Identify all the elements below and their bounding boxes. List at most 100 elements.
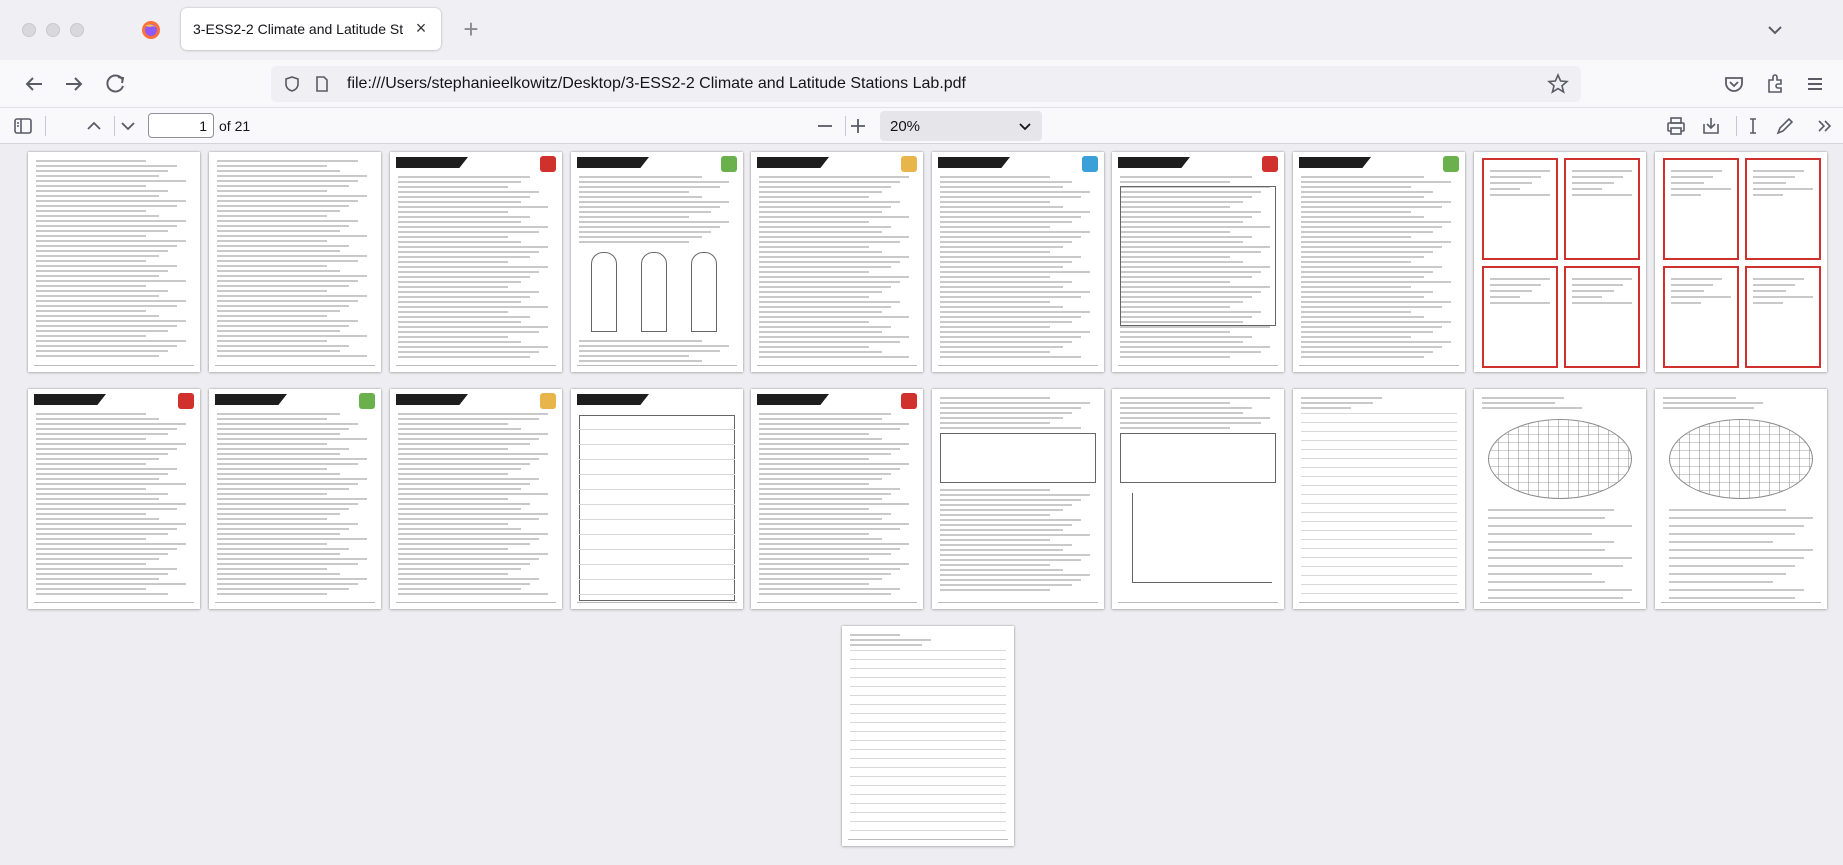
reload-button[interactable]: [100, 68, 132, 100]
zoom-out-icon[interactable]: [813, 114, 837, 138]
menu-icon[interactable]: [1799, 68, 1831, 100]
page-thumbnail[interactable]: [28, 389, 200, 609]
page-thumbnail[interactable]: [571, 152, 743, 372]
tab-active[interactable]: 3-ESS2-2 Climate and Latitude Stati ×: [181, 8, 441, 50]
sidebar-toggle-icon[interactable]: [11, 114, 35, 138]
text-line: [940, 201, 1050, 203]
text-line: [217, 423, 358, 425]
text-line: [398, 311, 508, 313]
page-thumbnail[interactable]: [1293, 152, 1465, 372]
text-line: [759, 548, 900, 550]
text-line: [1301, 276, 1424, 278]
text-line: [1572, 188, 1602, 190]
firefox-icon[interactable]: [141, 20, 161, 40]
text-line: [1490, 194, 1550, 196]
text-line: [759, 331, 882, 333]
page-thumbnail[interactable]: [1112, 152, 1284, 372]
text-line: [398, 503, 530, 505]
address-bar[interactable]: file:///Users/stephanieelkowitz/Desktop/…: [271, 66, 1581, 102]
close-window-button[interactable]: [22, 23, 36, 37]
text-tool-icon[interactable]: [1741, 114, 1765, 138]
text-line: [217, 563, 358, 565]
more-tools-icon[interactable]: [1812, 114, 1836, 138]
page-thumbnail[interactable]: [209, 389, 381, 609]
text-line: [759, 231, 882, 233]
page-thumbnail[interactable]: [1474, 389, 1646, 609]
text-line: [759, 236, 909, 238]
page-number-input[interactable]: [148, 113, 214, 138]
text-line: [940, 306, 1063, 308]
writing-line: [850, 713, 1006, 714]
print-icon[interactable]: [1664, 114, 1688, 138]
text-line: [1120, 326, 1270, 328]
text-line: [398, 216, 530, 218]
page-thumbnail[interactable]: [932, 152, 1104, 372]
save-icon[interactable]: [1699, 114, 1723, 138]
page-thumbnail[interactable]: [209, 152, 381, 372]
text-line: [217, 518, 327, 520]
page-thumbnail[interactable]: [1112, 389, 1284, 609]
pdf-viewer[interactable]: [0, 144, 1843, 865]
text-line: [940, 529, 1063, 531]
next-page-icon[interactable]: [116, 114, 140, 138]
page-footer: [1480, 602, 1640, 603]
task-card: [1663, 158, 1739, 260]
chevron-down-icon: [1019, 123, 1031, 131]
text-line: [1482, 407, 1582, 409]
writing-line: [1301, 503, 1457, 504]
zoom-select[interactable]: 20%: [880, 111, 1042, 141]
page-thumbnail[interactable]: [28, 152, 200, 372]
shield-icon[interactable]: [283, 75, 301, 93]
page-thumbnail[interactable]: [1474, 152, 1646, 372]
divider: [114, 116, 115, 136]
page-thumbnail[interactable]: [751, 152, 923, 372]
text-line: [759, 226, 891, 228]
extensions-icon[interactable]: [1759, 68, 1791, 100]
close-tab-button[interactable]: ×: [411, 18, 431, 38]
page-footer: [34, 602, 194, 603]
text-line: [36, 310, 146, 312]
page-thumbnail[interactable]: [751, 389, 923, 609]
page-thumbnail[interactable]: [1655, 152, 1827, 372]
text-line: [579, 221, 729, 223]
zoom-in-icon[interactable]: [846, 114, 870, 138]
minimize-window-button[interactable]: [46, 23, 60, 37]
text-line: [850, 634, 900, 636]
text-line: [1572, 176, 1623, 178]
previous-page-icon[interactable]: [82, 114, 106, 138]
draw-tool-icon[interactable]: [1773, 114, 1797, 138]
text-line: [1301, 221, 1451, 223]
text-line: [1572, 182, 1614, 184]
text-line: [1120, 181, 1230, 183]
text-line: [398, 181, 521, 183]
page-thumbnail[interactable]: [390, 389, 562, 609]
bookmark-star-icon[interactable]: [1547, 73, 1569, 95]
text-line: [759, 443, 909, 445]
writing-line: [1301, 413, 1457, 414]
text-line: [940, 236, 1081, 238]
text-line: [1669, 509, 1786, 511]
text-line: [398, 206, 548, 208]
page-thumbnail[interactable]: [571, 389, 743, 609]
new-tab-button[interactable]: +: [456, 15, 486, 45]
writing-line: [1301, 521, 1457, 522]
page-thumbnail[interactable]: [1293, 389, 1465, 609]
text-line: [940, 564, 1050, 566]
page-thumbnail[interactable]: [842, 626, 1014, 846]
back-button[interactable]: [18, 68, 50, 100]
page-thumbnail[interactable]: [1655, 389, 1827, 609]
chevron-down-icon[interactable]: [1763, 18, 1787, 42]
text-line: [940, 326, 1050, 328]
text-line: [217, 335, 367, 337]
page-icon[interactable]: [313, 75, 331, 93]
forward-button[interactable]: [58, 68, 90, 100]
text-line: [1572, 296, 1602, 298]
text-line: [398, 321, 521, 323]
section-icon: [1082, 156, 1098, 172]
page-thumbnail[interactable]: [932, 389, 1104, 609]
url-text[interactable]: file:///Users/stephanieelkowitz/Desktop/…: [347, 75, 966, 93]
page-thumbnail[interactable]: [390, 152, 562, 372]
text-line: [217, 205, 349, 207]
pocket-icon[interactable]: [1718, 68, 1750, 100]
zoom-window-button[interactable]: [70, 23, 84, 37]
